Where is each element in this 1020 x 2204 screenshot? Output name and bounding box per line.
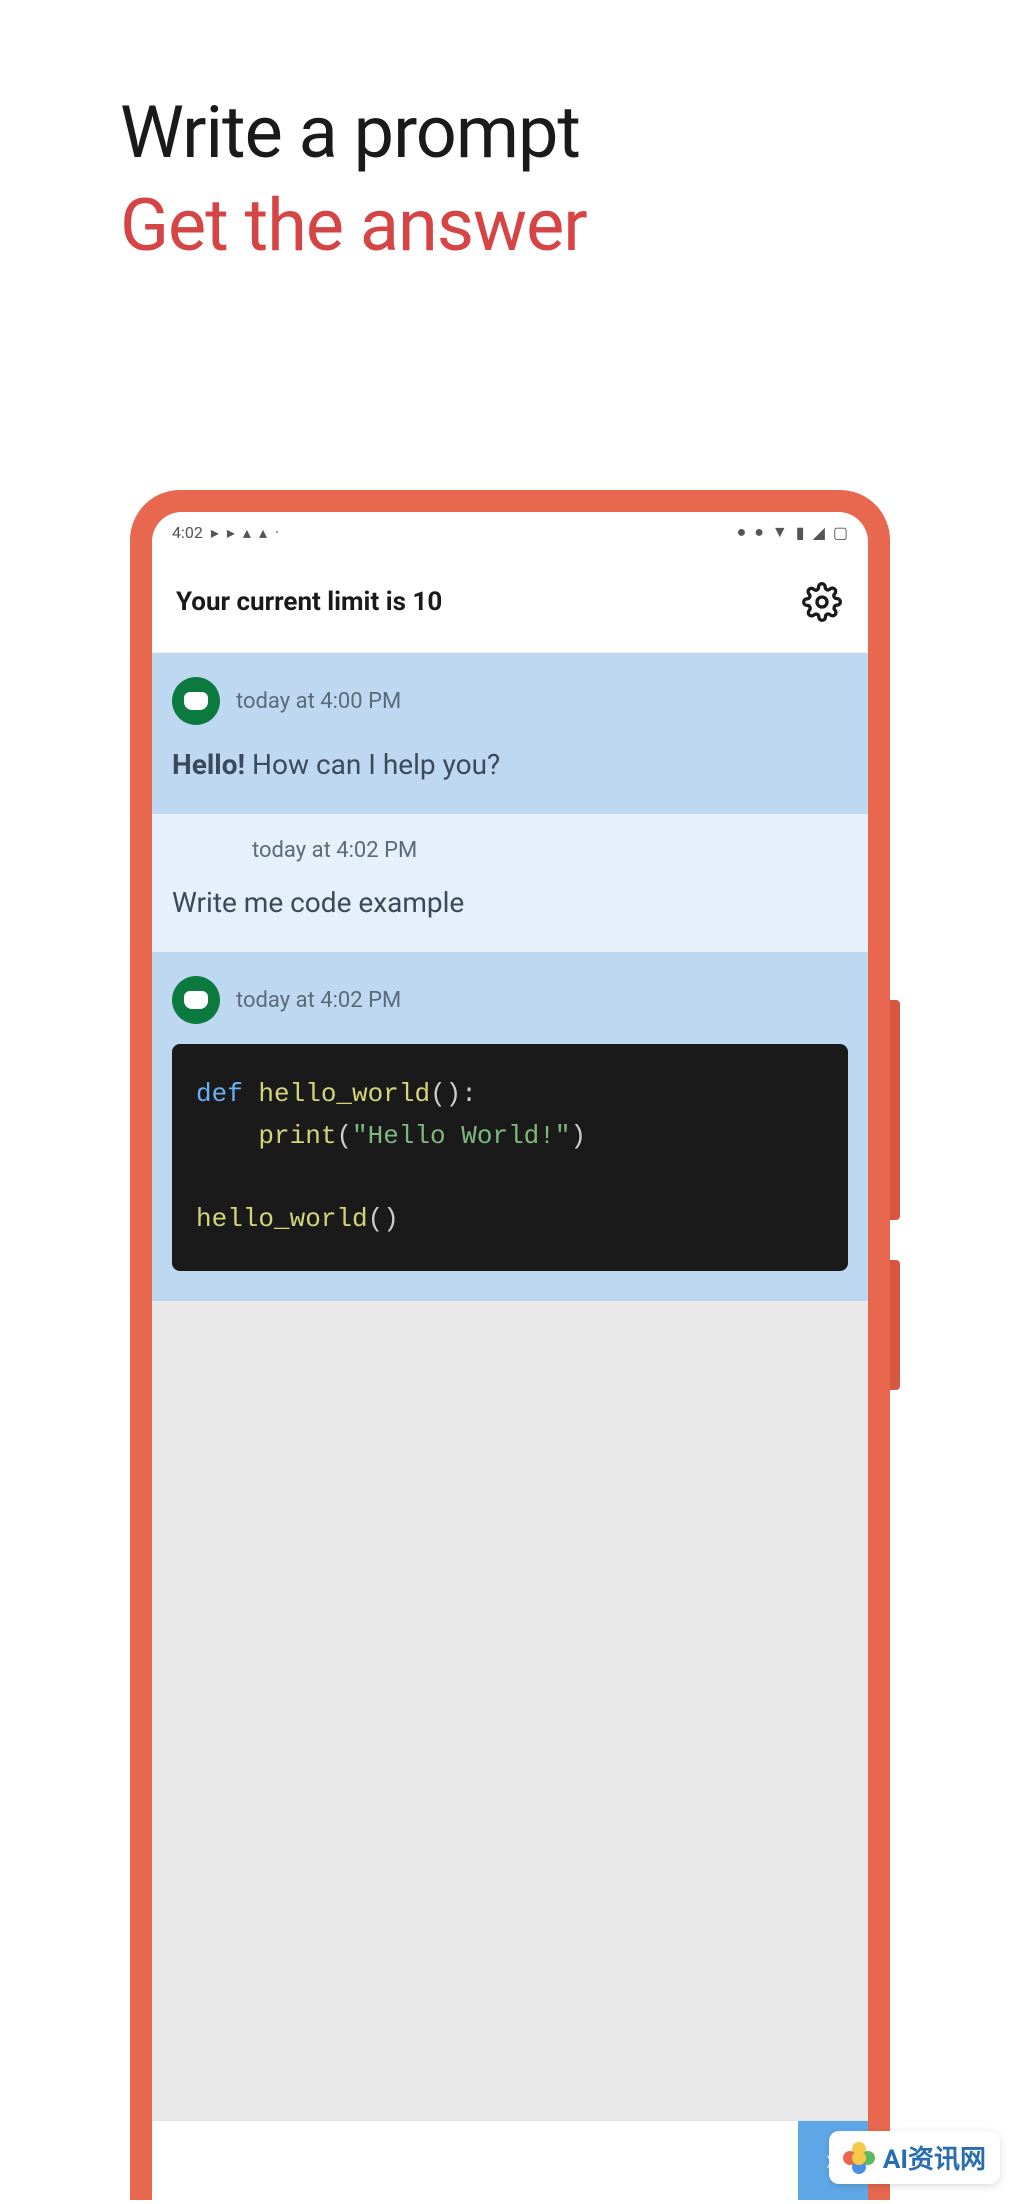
code-function: hello_world xyxy=(258,1079,430,1109)
status-notif-icon: ▴ xyxy=(259,523,267,542)
code-keyword: def xyxy=(196,1079,258,1109)
status-battery-icon: ▢ xyxy=(833,523,848,542)
input-bar: ➤ xyxy=(152,2120,868,2200)
phone-screen: 4:02 ▸ ▸ ▴ ▴ · ● ● ▼ ▮ ◢ ▢ Your current … xyxy=(152,512,868,2200)
bot-message: today at 4:02 PM def hello_world(): prin… xyxy=(152,952,868,1300)
phone-side-button-2 xyxy=(890,1260,900,1390)
code-paren: () xyxy=(368,1204,399,1234)
app-header-title: Your current limit is 10 xyxy=(176,587,442,617)
bot-avatar xyxy=(172,976,220,1024)
status-system-icon: ● xyxy=(737,522,747,542)
watermark-logo-icon xyxy=(843,2142,875,2174)
status-notif-icon: ▴ xyxy=(243,523,251,542)
bot-avatar xyxy=(172,677,220,725)
hero-title-line1: Write a prompt xyxy=(120,90,1020,175)
code-paren: ( xyxy=(336,1121,352,1151)
status-system-icon: ● xyxy=(754,522,764,542)
bot-message: today at 4:00 PM Hello! How can I help y… xyxy=(152,653,868,814)
app-header: Your current limit is 10 xyxy=(152,552,868,653)
status-notif-icon: ▸ xyxy=(211,523,219,542)
message-timestamp: today at 4:02 PM xyxy=(236,988,401,1013)
chat-area[interactable]: today at 4:00 PM Hello! How can I help y… xyxy=(152,653,868,2120)
code-string: "Hello World!" xyxy=(352,1121,570,1151)
message-text-bold: Hello! xyxy=(172,748,245,781)
status-notif-icon: · xyxy=(275,523,279,542)
status-bar: 4:02 ▸ ▸ ▴ ▴ · ● ● ▼ ▮ ◢ ▢ xyxy=(152,512,868,552)
code-paren: ) xyxy=(570,1121,586,1151)
phone-frame: 4:02 ▸ ▸ ▴ ▴ · ● ● ▼ ▮ ◢ ▢ Your current … xyxy=(130,490,890,2200)
message-text-rest: How can I help you? xyxy=(245,748,500,781)
message-header: today at 4:02 PM xyxy=(172,838,848,863)
code-line: hello_world() xyxy=(196,1199,824,1241)
message-text: Hello! How can I help you? xyxy=(172,745,848,784)
settings-button[interactable] xyxy=(800,580,844,624)
chat-bubble-icon xyxy=(184,991,208,1009)
code-indent xyxy=(196,1121,258,1151)
message-header: today at 4:00 PM xyxy=(172,677,848,725)
gear-icon xyxy=(802,582,842,622)
hero-title-line2: Get the answer xyxy=(120,183,1020,268)
status-wifi-icon: ▼ xyxy=(772,522,788,542)
code-line: def hello_world(): xyxy=(196,1074,824,1116)
watermark-text: AI资讯网 xyxy=(883,2139,986,2176)
status-time: 4:02 xyxy=(172,523,203,542)
user-message: today at 4:02 PM Write me code example xyxy=(152,814,868,952)
status-bar-left: 4:02 ▸ ▸ ▴ ▴ · xyxy=(172,523,279,542)
status-notif-icon: ▸ xyxy=(227,523,235,542)
status-signal-icon: ◢ xyxy=(813,523,825,542)
code-line xyxy=(196,1158,824,1200)
message-timestamp: today at 4:02 PM xyxy=(252,838,848,863)
code-function: hello_world xyxy=(196,1204,368,1234)
message-timestamp: today at 4:00 PM xyxy=(236,689,401,714)
status-bar-right: ● ● ▼ ▮ ◢ ▢ xyxy=(737,522,848,542)
watermark: AI资讯网 xyxy=(829,2131,1000,2184)
hero-section: Write a prompt Get the answer xyxy=(0,0,1020,268)
code-paren: (): xyxy=(430,1079,477,1109)
code-line: print("Hello World!") xyxy=(196,1116,824,1158)
code-function: print xyxy=(258,1121,336,1151)
code-block: def hello_world(): print("Hello World!")… xyxy=(172,1044,848,1270)
status-system-icon: ▮ xyxy=(796,523,805,542)
message-header: today at 4:02 PM xyxy=(172,976,848,1024)
message-text: Write me code example xyxy=(172,883,848,922)
phone-side-button xyxy=(890,1000,900,1220)
chat-bubble-icon xyxy=(184,692,208,710)
